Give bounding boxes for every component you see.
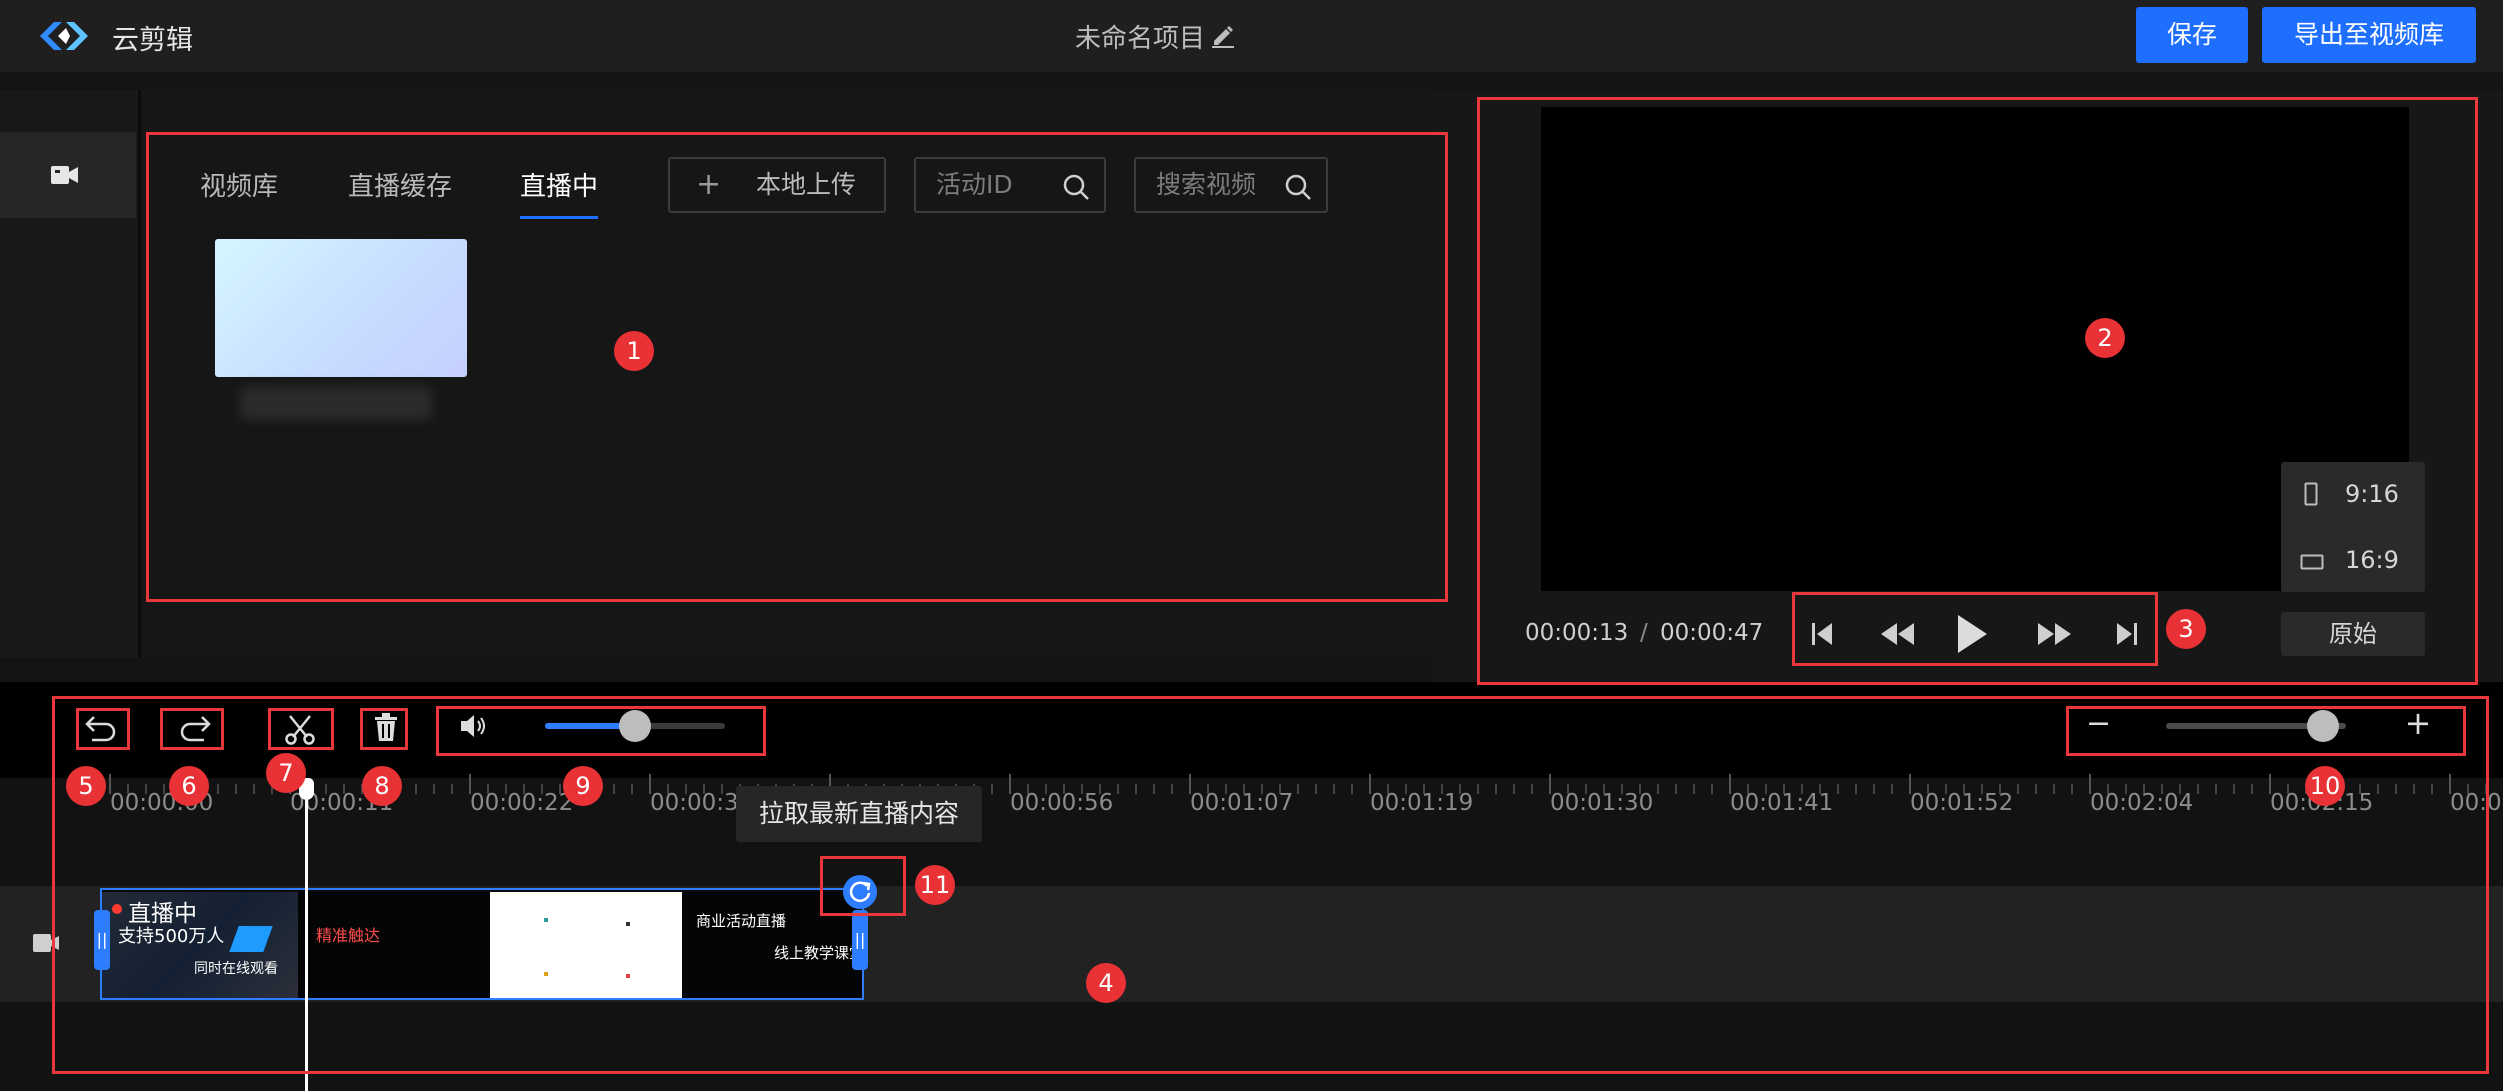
local-upload-label: 本地上传 xyxy=(756,170,857,199)
annotation-marker-6: 6 xyxy=(169,766,209,806)
total-time: 00:00:47 xyxy=(1660,620,1764,646)
clip-frame-2: 精准触达 xyxy=(298,892,490,998)
annotation-marker-1: 1 xyxy=(614,331,654,371)
annotation-marker-4: 4 xyxy=(1086,963,1126,1003)
ruler-tick-label: 00:01:52 xyxy=(1910,790,2014,816)
ruler-tick-label: 00:01:19 xyxy=(1370,790,1474,816)
annotation-marker-7: 7 xyxy=(266,753,306,793)
tab-video-library[interactable]: 视频库 xyxy=(200,166,278,203)
save-button[interactable]: 保存 xyxy=(2136,7,2248,63)
clip-frame-2-text: 精准触达 xyxy=(316,926,381,945)
search-icon[interactable] xyxy=(1284,173,1312,201)
ruler-tick-label: 00:01:41 xyxy=(1730,790,1834,816)
skip-to-end-icon[interactable] xyxy=(2114,619,2140,649)
clip-frame-4-text: 商业活动直播 xyxy=(696,912,787,930)
ruler-tick-label: 00:02: xyxy=(2450,790,2503,816)
clip-right-handle[interactable]: || xyxy=(852,910,868,970)
original-ratio-button[interactable]: 原始 xyxy=(2281,612,2425,656)
ruler-tick-label: 00:02:04 xyxy=(2090,790,2194,816)
zoom-in-button[interactable]: + xyxy=(2404,707,2432,740)
live-video-thumbnail[interactable] xyxy=(215,239,467,377)
search-video-placeholder: 搜索视频 xyxy=(1156,170,1257,199)
live-badge-dot xyxy=(112,904,122,914)
local-upload-button[interactable]: + 本地上传 xyxy=(668,157,886,213)
zoom-slider-handle[interactable] xyxy=(2307,710,2339,742)
play-icon[interactable] xyxy=(1954,612,1990,656)
clip-frame-3-dot xyxy=(544,972,548,976)
ratio-landscape-option[interactable]: 16:9 xyxy=(2284,544,2424,578)
volume-slider-handle[interactable] xyxy=(619,710,651,742)
clip-frame-4-subtext: 线上教学课堂 xyxy=(774,944,864,962)
search-video-input[interactable]: 搜索视频 xyxy=(1134,157,1328,213)
annotation-marker-10: 10 xyxy=(2305,766,2345,806)
time-separator: / xyxy=(1640,620,1648,646)
activity-id-input[interactable]: 活动ID xyxy=(914,157,1106,213)
ruler-tick-label: 00:01:30 xyxy=(1550,790,1654,816)
clip-frame-3-dot xyxy=(544,918,548,922)
activity-id-placeholder: 活动ID xyxy=(936,170,1013,199)
ruler-tick-label: 00:00:22 xyxy=(470,790,574,816)
edit-pencil-icon[interactable] xyxy=(1210,21,1236,49)
undo-icon[interactable] xyxy=(84,713,118,743)
clip-frame-3-dot xyxy=(626,922,630,926)
preview-screen xyxy=(1541,107,2409,591)
annotation-marker-5: 5 xyxy=(66,766,106,806)
export-button[interactable]: 导出至视频库 xyxy=(2262,7,2476,63)
clip-frame-1-subtext: 同时在线观看 xyxy=(194,961,278,977)
plus-icon: + xyxy=(696,167,722,202)
live-badge-label: 直播中 xyxy=(128,901,197,927)
ratio-landscape-label: 16:9 xyxy=(2345,546,2399,574)
refresh-live-button[interactable] xyxy=(843,875,877,909)
video-camera-icon xyxy=(51,166,78,184)
ratio-portrait-option[interactable]: 9:16 xyxy=(2284,478,2424,512)
refresh-icon xyxy=(849,881,871,902)
current-time: 00:00:13 xyxy=(1525,620,1629,646)
tab-live-cache[interactable]: 直播缓存 xyxy=(348,166,452,203)
annotation-marker-9: 9 xyxy=(563,766,603,806)
thumbnail-caption-blurred xyxy=(240,386,432,420)
ratio-portrait-label: 9:16 xyxy=(2345,480,2399,508)
clip-frame-3-dot xyxy=(626,974,630,978)
portrait-icon xyxy=(2304,482,2318,506)
volume-icon[interactable] xyxy=(458,712,490,740)
rewind-icon[interactable] xyxy=(1878,619,1918,649)
tab-live-now[interactable]: 直播中 xyxy=(520,166,598,203)
skip-to-start-icon[interactable] xyxy=(1809,619,1835,649)
tooltip: 拉取最新直播内容 xyxy=(736,786,982,842)
active-tab-underline xyxy=(520,216,598,219)
annotation-marker-8: 8 xyxy=(362,766,402,806)
search-icon[interactable] xyxy=(1062,173,1090,201)
track-video-icon xyxy=(33,934,59,952)
app-logo-icon xyxy=(40,22,88,50)
project-title[interactable]: 未命名项目 xyxy=(1075,18,1205,55)
live-clip[interactable]: 支持500万人 同时在线观看 精准触达 商业活动直播 线上教学课堂 直播中 xyxy=(100,888,864,1000)
landscape-icon xyxy=(2300,554,2324,570)
trash-icon[interactable] xyxy=(372,712,400,742)
zoom-out-button[interactable]: − xyxy=(2086,709,2111,740)
playhead-line xyxy=(305,785,308,1091)
clip-left-handle[interactable]: || xyxy=(94,910,110,970)
clip-frame-1-graphic xyxy=(229,926,273,952)
ruler-tick-label: 00:01:07 xyxy=(1190,790,1294,816)
annotation-marker-2: 2 xyxy=(2085,318,2125,358)
annotation-marker-3: 3 xyxy=(2166,609,2206,649)
redo-icon[interactable] xyxy=(178,713,212,743)
fast-forward-icon[interactable] xyxy=(2034,619,2074,649)
clip-frame-4: 商业活动直播 线上教学课堂 xyxy=(682,892,864,998)
scissors-icon[interactable] xyxy=(283,713,317,745)
ruler-tick-label: 00:00:56 xyxy=(1010,790,1114,816)
clip-frame-3 xyxy=(490,892,682,998)
app-name: 云剪辑 xyxy=(112,25,193,56)
annotation-marker-11: 11 xyxy=(915,865,955,905)
header-bar xyxy=(0,0,2503,72)
